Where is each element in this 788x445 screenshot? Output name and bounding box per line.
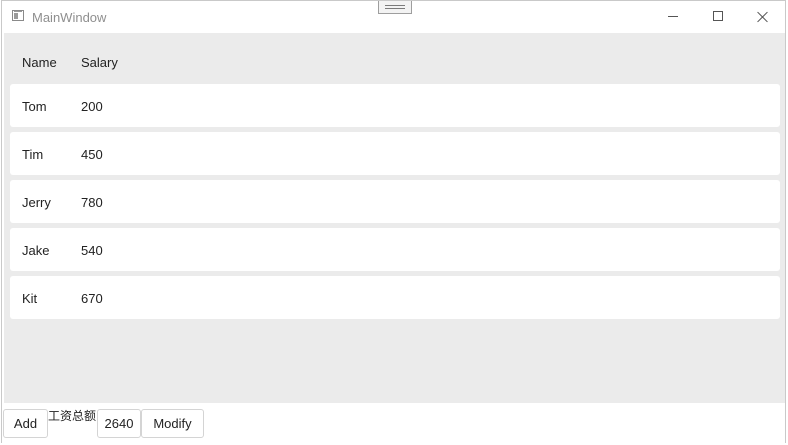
list-item[interactable]: Tim 450 — [10, 132, 780, 175]
maximize-icon — [713, 11, 723, 21]
cell-salary: 450 — [81, 147, 103, 162]
drag-handle-icon[interactable] — [378, 1, 412, 14]
list-item[interactable]: Jerry 780 — [10, 180, 780, 223]
window-title: MainWindow — [32, 10, 107, 25]
column-header: Name Salary — [4, 33, 785, 83]
footer-bar: Add 工资总额 2640 Modify — [2, 403, 785, 443]
list-item[interactable]: Kit 670 — [10, 276, 780, 319]
column-header-salary[interactable]: Salary — [81, 55, 118, 70]
list-item[interactable]: Tom 200 — [10, 84, 780, 127]
main-window: MainWindow Name Salary Tom 200 Tim 450 J… — [1, 0, 786, 443]
title-bar[interactable]: MainWindow — [2, 1, 785, 33]
column-header-name[interactable]: Name — [22, 55, 57, 70]
cell-name: Kit — [22, 291, 38, 306]
cell-salary: 670 — [81, 291, 103, 306]
list-item[interactable]: Jake 540 — [10, 228, 780, 271]
total-salary-field[interactable]: 2640 — [97, 409, 141, 438]
cell-salary: 200 — [81, 99, 103, 114]
minimize-button[interactable] — [650, 1, 695, 33]
add-button[interactable]: Add — [3, 409, 48, 438]
cell-name: Jerry — [22, 195, 51, 210]
cell-name: Jake — [22, 243, 50, 258]
cell-name: Tom — [22, 99, 47, 114]
modify-button[interactable]: Modify — [141, 409, 204, 438]
total-salary-label: 工资总额 — [48, 409, 97, 423]
close-icon — [757, 11, 769, 23]
close-button[interactable] — [740, 1, 785, 33]
cell-name: Tim — [22, 147, 44, 162]
cell-salary: 780 — [81, 195, 103, 210]
salary-list[interactable]: Name Salary Tom 200 Tim 450 Jerry 780 Ja… — [4, 33, 785, 403]
maximize-button[interactable] — [695, 1, 740, 33]
window-app-icon — [12, 10, 24, 21]
minimize-icon — [668, 16, 678, 17]
cell-salary: 540 — [81, 243, 103, 258]
